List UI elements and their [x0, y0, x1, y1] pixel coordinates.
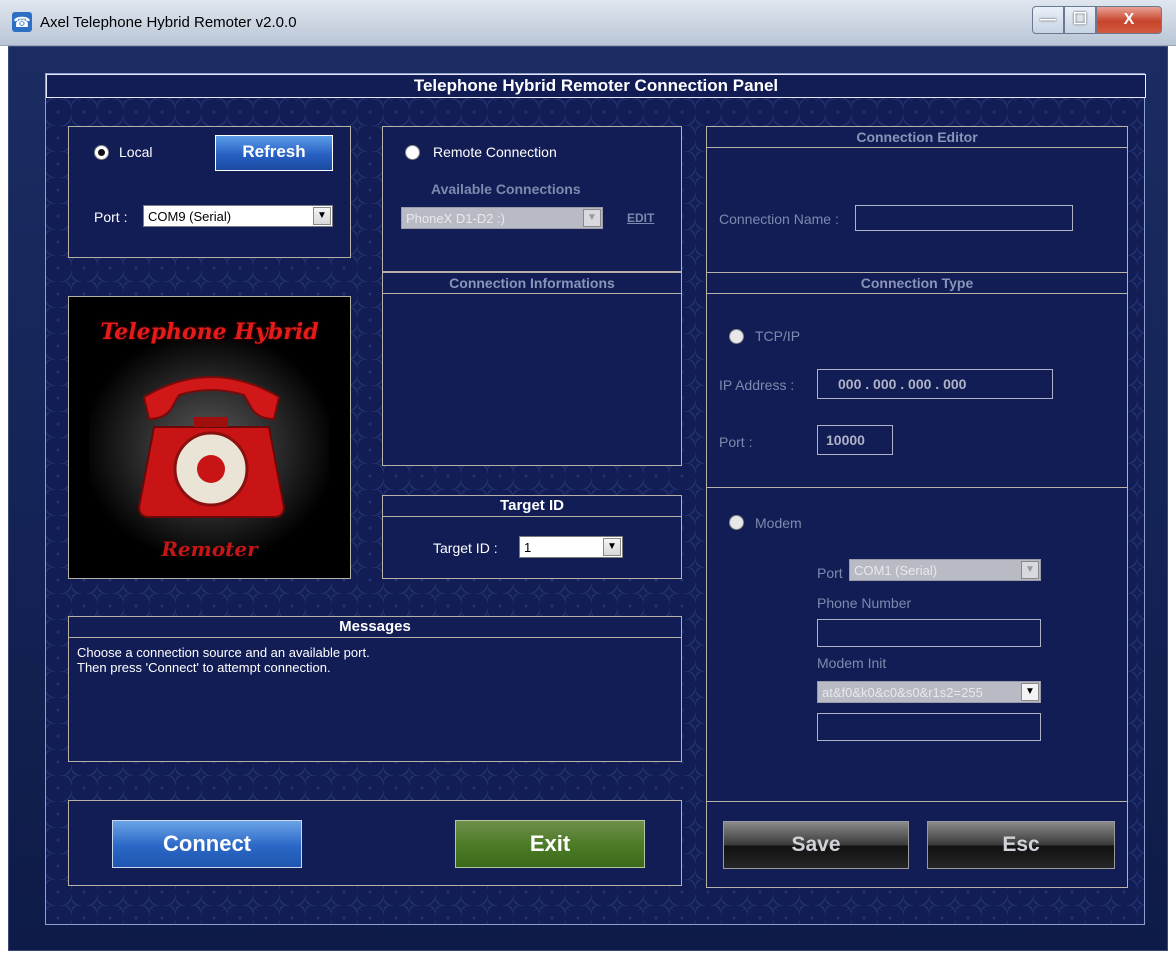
local-label: Local	[119, 144, 153, 160]
refresh-button[interactable]: Refresh	[215, 135, 333, 171]
app-window: ☎ Axel Telephone Hybrid Remoter v2.0.0 —…	[0, 0, 1176, 959]
window-title: Axel Telephone Hybrid Remoter v2.0.0	[40, 14, 297, 31]
chevron-down-icon[interactable]: ▼	[1021, 683, 1039, 701]
local-panel: Local Refresh Port : COM9 (Serial) ▼	[68, 126, 351, 258]
chevron-down-icon[interactable]: ▼	[1021, 561, 1039, 579]
divider	[707, 801, 1127, 802]
message-line: Choose a connection source and an availa…	[77, 645, 370, 660]
target-label: Target ID :	[433, 540, 498, 556]
modem-port-select[interactable]: COM1 (Serial) ▼	[849, 559, 1041, 581]
target-select[interactable]: 1 ▼	[519, 536, 623, 558]
remote-radio[interactable]	[405, 145, 420, 160]
connection-select[interactable]: PhoneX D1-D2 :) ▼	[401, 207, 603, 229]
connection-editor-panel: Connection Editor Connection Name : Conn…	[706, 126, 1128, 888]
logo-title: Telephone Hybrid	[100, 319, 319, 345]
connection-value: PhoneX D1-D2 :)	[406, 211, 505, 226]
target-panel: Target ID Target ID : 1 ▼	[382, 495, 682, 579]
modem-radio[interactable]	[729, 515, 744, 530]
modem-init-field[interactable]	[817, 713, 1041, 741]
messages-panel: Messages Choose a connection source and …	[68, 616, 682, 762]
modem-port-label: Port	[817, 565, 843, 581]
chevron-down-icon[interactable]: ▼	[603, 538, 621, 556]
exit-button[interactable]: Exit	[455, 820, 645, 868]
connection-name-field[interactable]	[855, 205, 1073, 231]
port-select[interactable]: COM9 (Serial) ▼	[143, 205, 333, 227]
connection-type-title: Connection Type	[707, 272, 1127, 294]
remote-label: Remote Connection	[433, 144, 557, 160]
ip-address-label: IP Address :	[719, 377, 795, 393]
chevron-down-icon[interactable]: ▼	[313, 207, 331, 225]
maximize-icon: ☐	[1072, 11, 1088, 28]
port-value: COM9 (Serial)	[148, 209, 232, 224]
messages-title: Messages	[69, 616, 681, 638]
page-title: Telephone Hybrid Remoter Connection Pane…	[46, 74, 1146, 98]
connection-name-label: Connection Name :	[719, 211, 839, 227]
logo-subtitle: Remoter	[161, 537, 258, 561]
phone-number-label: Phone Number	[817, 595, 912, 611]
ip-address-value: 000 . 000 . 000 . 000	[838, 376, 967, 392]
ip-address-field[interactable]: 000 . 000 . 000 . 000	[817, 369, 1053, 399]
edit-link[interactable]: EDIT	[627, 211, 654, 225]
connect-button[interactable]: Connect	[112, 820, 302, 868]
phone-icon: ☎	[12, 12, 32, 32]
connection-info-panel: Connection Informations	[382, 272, 682, 466]
port-label: Port :	[94, 209, 128, 225]
tcp-port-value: 10000	[826, 432, 865, 448]
save-button[interactable]: Save	[723, 821, 909, 869]
logo-image: Telephone Hybrid Remoter	[68, 296, 351, 579]
phone-number-field[interactable]	[817, 619, 1041, 647]
esc-button[interactable]: Esc	[927, 821, 1115, 869]
actions-panel: Connect Exit	[68, 800, 682, 886]
local-radio[interactable]	[94, 145, 109, 160]
modem-label: Modem	[755, 515, 802, 531]
minimize-icon: —	[1040, 11, 1056, 28]
remote-panel: Remote Connection Available Connections …	[382, 126, 682, 272]
modem-init-label: Modem Init	[817, 655, 887, 671]
tcp-port-field[interactable]: 10000	[817, 425, 893, 455]
modem-init-select[interactable]: at&f0&k0&c0&s0&r1s2=255 ▼	[817, 681, 1041, 703]
connection-info-title: Connection Informations	[383, 272, 681, 294]
target-value: 1	[524, 540, 532, 555]
modem-init-value: at&f0&k0&c0&s0&r1s2=255	[822, 685, 983, 700]
divider	[707, 487, 1127, 488]
maximize-button[interactable]: ☐	[1064, 6, 1096, 34]
close-icon: X	[1123, 11, 1135, 28]
close-button[interactable]: X	[1096, 6, 1162, 34]
title-bar[interactable]: ☎ Axel Telephone Hybrid Remoter v2.0.0 —…	[0, 0, 1176, 46]
chevron-down-icon[interactable]: ▼	[583, 209, 601, 227]
tcpip-radio[interactable]	[729, 329, 744, 344]
messages-body: Choose a connection source and an availa…	[77, 645, 370, 675]
editor-title: Connection Editor	[707, 126, 1127, 148]
target-title: Target ID	[383, 495, 681, 517]
telephone-icon	[137, 376, 286, 518]
minimize-button[interactable]: —	[1032, 6, 1064, 34]
tcpip-label: TCP/IP	[755, 328, 801, 344]
available-connections-title: Available Connections	[431, 181, 581, 197]
tcp-port-label: Port :	[719, 434, 753, 450]
modem-port-value: COM1 (Serial)	[854, 563, 938, 578]
message-line: Then press 'Connect' to attempt connecti…	[77, 660, 331, 675]
